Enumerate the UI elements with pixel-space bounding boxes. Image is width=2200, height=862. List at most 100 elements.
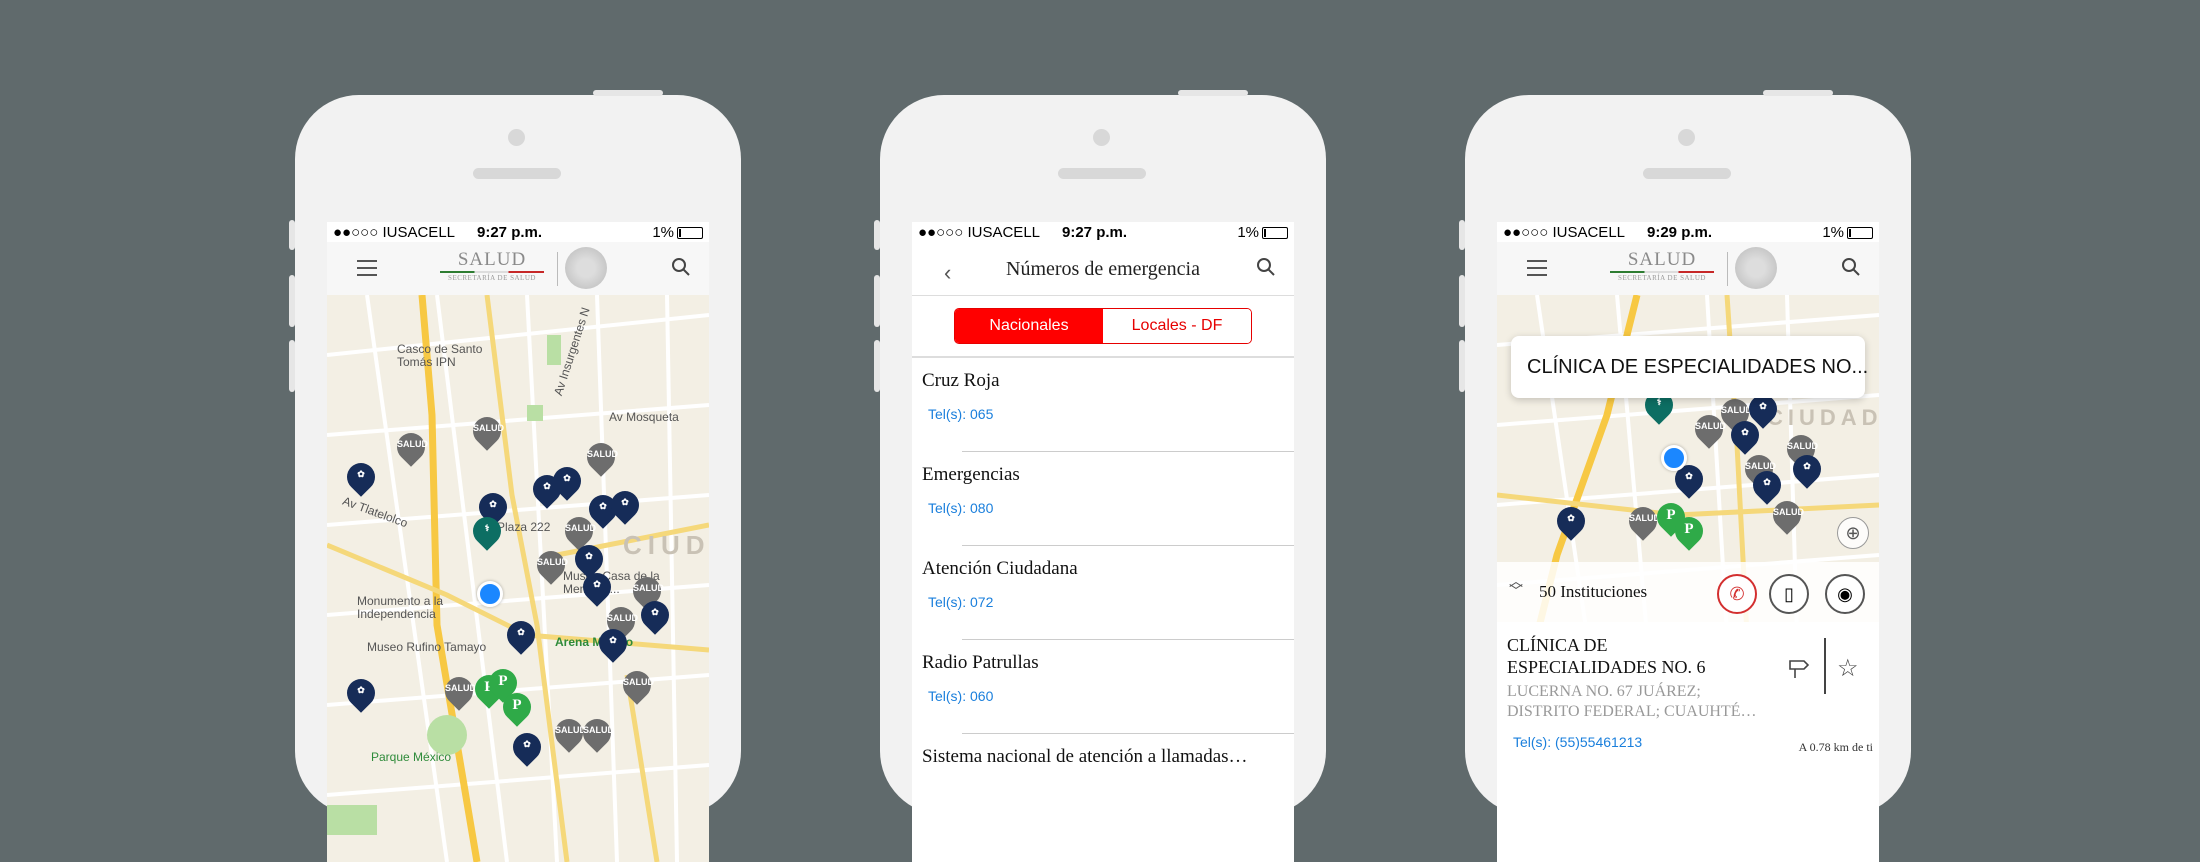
hospital-pin[interactable]: SALUD	[1689, 409, 1729, 451]
item-name: Atención Ciudadana	[922, 558, 1078, 579]
marker-callout[interactable]: CLÍNICA DE ESPECIALIDADES NO...	[1511, 336, 1869, 398]
battery-percent: 1%	[652, 224, 674, 241]
clinic-pin[interactable]: ✿	[1787, 449, 1827, 491]
hospital-pin[interactable]: SALUD	[467, 411, 507, 453]
hospital-pin[interactable]: SALUD	[1623, 501, 1663, 543]
user-location-dot	[477, 581, 503, 607]
parking-pin[interactable]: P	[497, 687, 537, 729]
clock: 9:27 p.m.	[1062, 224, 1128, 241]
eye-icon[interactable]: ◉	[1825, 574, 1865, 614]
item-phone[interactable]: Tel(s): 080	[928, 500, 993, 516]
expand-chevron-icon[interactable]: ︿ ﹀	[1509, 574, 1523, 598]
list-item[interactable]: Sistema nacional de atención a llamadas…	[912, 734, 1294, 828]
list-item[interactable]: Radio Patrullas Tel(s): 060	[912, 640, 1294, 734]
search-icon[interactable]	[1841, 257, 1861, 277]
tab-locales-df[interactable]: Locales - DF	[1103, 309, 1251, 343]
power-button	[1178, 90, 1248, 96]
hospital-pin[interactable]: SALUD	[439, 671, 479, 713]
menu-icon[interactable]	[1527, 260, 1547, 276]
clinic-pin[interactable]: ✿	[1551, 501, 1591, 543]
item-name: Sistema nacional de atención a llamadas…	[922, 746, 1248, 767]
volume-down-button	[289, 340, 295, 392]
map-label: Monumento a la Independencia	[357, 594, 444, 621]
hospital-pin[interactable]: SALUD	[617, 665, 657, 707]
item-phone[interactable]: Tel(s): 060	[928, 688, 993, 704]
carrier-label: ●●○○○ IUSACELL	[918, 224, 1040, 241]
clinic-pin[interactable]: ✿	[1669, 459, 1709, 501]
item-name: Cruz Roja	[922, 370, 1000, 391]
volume-down-button	[874, 340, 880, 392]
segmented-control: Nacionales Locales - DF	[954, 308, 1252, 344]
hospital-pin[interactable]: SALUD	[577, 713, 617, 755]
call-icon[interactable]: ✆	[1717, 574, 1757, 614]
logo-title: SALUD	[457, 249, 527, 270]
app-header: SALUD SECRETARÍA DE SALUD	[1497, 242, 1879, 295]
clinic-pin[interactable]: ✿	[501, 615, 541, 657]
carrier-label: ●●○○○ IUSACELL	[333, 224, 455, 241]
hospital-pin[interactable]: SALUD	[391, 427, 431, 469]
hospital-pin[interactable]: SALUD	[531, 545, 571, 587]
hospital-pin[interactable]: SALUD	[1767, 495, 1807, 537]
phone-mockup-1: ●●○○○ IUSACELL 9:27 p.m. 1% SALUD SECRET…	[289, 90, 741, 862]
map-label: Museo Rufino Tamayo	[367, 640, 487, 654]
clinic-pin[interactable]: ✿	[605, 485, 645, 527]
clock: 9:29 p.m.	[1647, 224, 1713, 241]
callout-title: CLÍNICA DE ESPECIALIDADES NO...	[1527, 356, 1869, 378]
search-icon[interactable]	[1256, 257, 1276, 277]
earpiece-speaker	[1643, 168, 1731, 179]
institution-phone[interactable]: Tel(s): (55)55461213	[1513, 734, 1642, 750]
clinic-pin[interactable]: ✿	[1743, 389, 1783, 431]
list-item[interactable]: Cruz Roja Tel(s): 065	[912, 358, 1294, 452]
nav-bar: ‹ Números de emergencia	[912, 242, 1294, 296]
recenter-crosshair-icon[interactable]: ⊕	[1837, 517, 1869, 549]
map-label: Casco de Santo Tomás IPN	[397, 342, 483, 369]
pharmacy-pin[interactable]: ⚕	[467, 511, 507, 553]
distance-label: A 0.78 km de ti	[1798, 740, 1873, 754]
clinic-pin[interactable]: ✿	[635, 595, 675, 637]
clinic-pin[interactable]: ✿	[547, 461, 587, 503]
volume-up-button	[1459, 275, 1465, 327]
institution-detail-card[interactable]: CLÍNICA DE ESPECIALIDADES NO. 6 LUCERNA …	[1497, 622, 1879, 862]
screen-map: ●●○○○ IUSACELL 9:27 p.m. 1% SALUD SECRET…	[327, 222, 709, 862]
battery-percent: 1%	[1237, 224, 1259, 241]
tab-nacionales[interactable]: Nacionales	[955, 309, 1103, 343]
logo-title: SALUD	[1627, 249, 1697, 270]
power-button	[593, 90, 663, 96]
clinic-pin[interactable]: ✿	[341, 457, 381, 499]
list-item[interactable]: Atención Ciudadana Tel(s): 072	[912, 546, 1294, 640]
map-view[interactable]: Casco de Santo Tomás IPN Av Insurgentes …	[327, 295, 709, 862]
clinic-pin[interactable]: ✿	[577, 567, 617, 609]
battery-status: 1%	[1822, 224, 1873, 241]
mexico-seal-icon	[1735, 247, 1777, 289]
directions-sign-icon[interactable]	[1787, 656, 1811, 680]
hospital-pin[interactable]: SALUD	[581, 437, 621, 479]
mute-switch	[1459, 220, 1465, 250]
salud-logo: SALUD SECRETARÍA DE SALUD	[1602, 250, 1722, 290]
battery-status: 1%	[1237, 224, 1288, 241]
clinic-pin[interactable]: ✿	[593, 623, 633, 665]
volume-up-button	[874, 275, 880, 327]
list-item[interactable]: Emergencias Tel(s): 080	[912, 452, 1294, 546]
item-name: Radio Patrullas	[922, 652, 1039, 673]
screen-emergency-numbers: ●●○○○ IUSACELL 9:27 p.m. 1% ‹ Números de…	[912, 222, 1294, 862]
earpiece-speaker	[473, 168, 561, 179]
status-bar: ●●○○○ IUSACELL 9:27 p.m. 1%	[912, 222, 1294, 242]
phone-device-icon[interactable]: ▯	[1769, 574, 1809, 614]
divider	[1824, 638, 1826, 694]
mute-switch	[289, 220, 295, 250]
mute-switch	[874, 220, 880, 250]
search-icon[interactable]	[671, 257, 691, 277]
favorite-star-icon[interactable]: ☆	[1837, 654, 1859, 683]
hospital-pin[interactable]: SALUD	[549, 713, 589, 755]
menu-icon[interactable]	[357, 260, 377, 276]
item-phone[interactable]: Tel(s): 065	[928, 406, 993, 422]
clinic-pin[interactable]: ✿	[341, 673, 381, 715]
institution-name-line: CLÍNICA DE	[1507, 635, 1608, 655]
phone-mockup-2: ●●○○○ IUSACELL 9:27 p.m. 1% ‹ Números de…	[874, 90, 1326, 862]
item-phone[interactable]: Tel(s): 072	[928, 594, 993, 610]
map-label: Av Mosqueta	[609, 410, 679, 424]
front-camera	[1093, 129, 1110, 146]
user-location-dot	[1661, 445, 1687, 471]
parking-pin[interactable]: P	[1669, 511, 1709, 553]
address-line: LUCERNA NO. 67 JUÁREZ;	[1507, 683, 1701, 700]
